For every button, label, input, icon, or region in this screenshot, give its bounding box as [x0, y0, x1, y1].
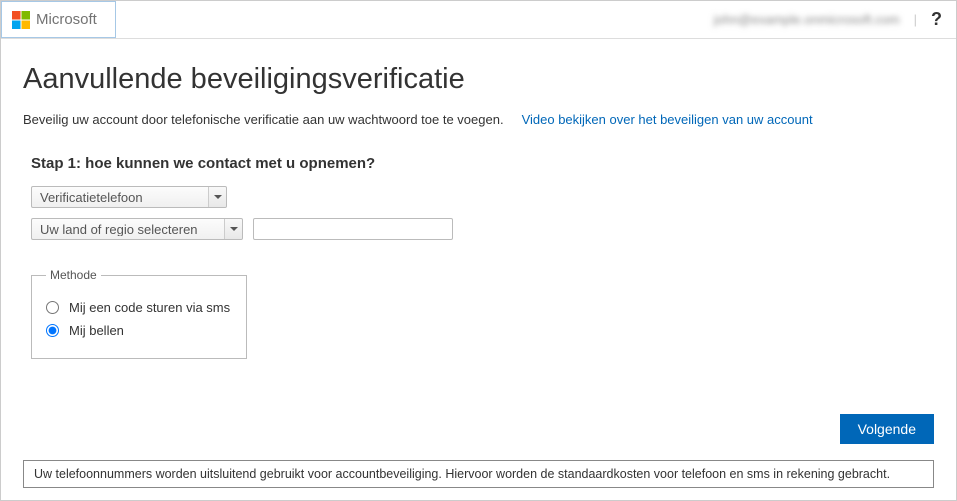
intro-text: Beveilig uw account door telefonische ve… — [23, 112, 504, 127]
method-option-sms[interactable]: Mij een code sturen via sms — [46, 300, 232, 315]
method-legend: Methode — [46, 268, 101, 282]
radio-sms-label: Mij een code sturen via sms — [69, 300, 230, 315]
country-phone-row: Uw land of regio selecteren — [31, 218, 934, 240]
contact-method-select[interactable]: Verificatietelefoon — [31, 186, 227, 208]
phone-number-input[interactable] — [253, 218, 453, 240]
footer-note: Uw telefoonnummers worden uitsluitend ge… — [23, 460, 934, 488]
method-fieldset: Methode Mij een code sturen via sms Mij … — [31, 268, 247, 359]
brand-logo[interactable]: Microsoft — [1, 1, 116, 38]
radio-call-label: Mij bellen — [69, 323, 124, 338]
divider: | — [914, 12, 917, 27]
brand-name: Microsoft — [36, 11, 97, 28]
user-email: john@example.onmicrosoft.com — [714, 12, 900, 27]
contact-method-row: Verificatietelefoon — [31, 186, 934, 208]
help-icon[interactable]: ? — [931, 9, 942, 30]
step-title: Stap 1: hoe kunnen we contact met u opne… — [31, 155, 934, 172]
microsoft-logo-icon — [12, 11, 30, 29]
intro-row: Beveilig uw account door telefonische ve… — [23, 112, 934, 127]
header-bar: Microsoft john@example.onmicrosoft.com |… — [1, 1, 956, 39]
radio-sms[interactable] — [46, 301, 59, 314]
next-button[interactable]: Volgende — [840, 414, 934, 444]
page-title: Aanvullende beveiligingsverificatie — [23, 63, 934, 96]
content-area: Aanvullende beveiligingsverificatie Beve… — [1, 39, 956, 500]
country-region-select[interactable]: Uw land of regio selecteren — [31, 218, 243, 240]
video-link[interactable]: Video bekijken over het beveiligen van u… — [522, 112, 813, 127]
method-option-call[interactable]: Mij bellen — [46, 323, 232, 338]
header-right: john@example.onmicrosoft.com | ? — [714, 9, 942, 30]
radio-call[interactable] — [46, 324, 59, 337]
